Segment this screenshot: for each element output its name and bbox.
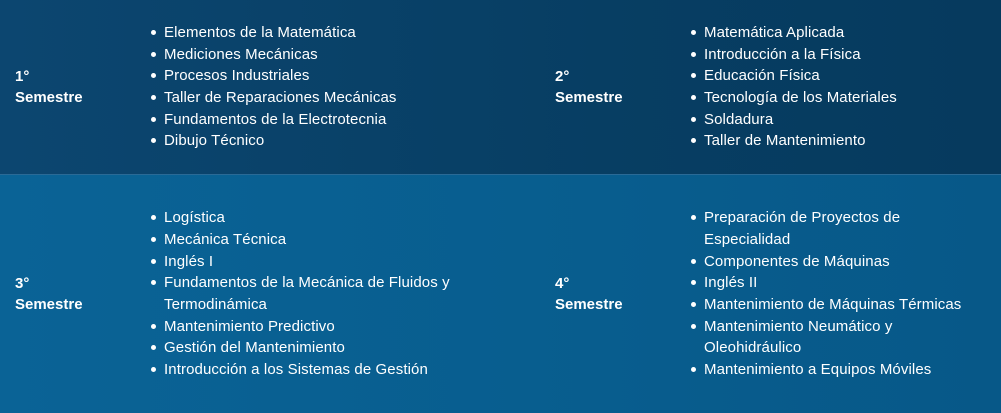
semester-1-number: 1° bbox=[15, 68, 30, 85]
semester-4-word: Semestre bbox=[555, 296, 623, 313]
semester-2-label: 2° Semestre bbox=[540, 66, 690, 108]
course-item: Soldadura bbox=[690, 109, 980, 131]
semester-1-course-list: Elementos de la Matemática Mediciones Mec… bbox=[150, 22, 495, 152]
semester-1-cell: 1° Semestre Elementos de la Matemática Me… bbox=[0, 0, 540, 174]
course-item: Mantenimiento a Equipos Móviles bbox=[690, 359, 980, 381]
semester-3-cell: 3° Semestre Logística Mecánica Técnica Ing… bbox=[0, 175, 540, 413]
course-item: Gestión del Mantenimiento bbox=[150, 337, 495, 359]
course-item: Mediciones Mecánicas bbox=[150, 44, 495, 66]
course-item: Mantenimiento de Máquinas Térmicas bbox=[690, 294, 980, 316]
course-item: Taller de Mantenimiento bbox=[690, 130, 980, 152]
curriculum-table: 1° Semestre Elementos de la Matemática Me… bbox=[0, 0, 1001, 413]
course-item: Inglés I bbox=[150, 251, 495, 273]
course-item: Matemática Aplicada bbox=[690, 22, 980, 44]
semester-2-word: Semestre bbox=[555, 89, 623, 106]
semester-3-course-list: Logística Mecánica Técnica Inglés I Fundame… bbox=[150, 207, 495, 381]
course-item: Introducción a los Sistemas de Gestión bbox=[150, 359, 495, 381]
course-item: Preparación de Proyectos de Especialidad bbox=[690, 207, 980, 250]
course-item: Fundamentos de la Mecánica de Fluidos y … bbox=[150, 272, 495, 315]
semester-2-cell: 2° Semestre Matemática Aplicada Introducc… bbox=[540, 0, 1001, 174]
semester-3-word: Semestre bbox=[15, 296, 83, 313]
course-item: Fundamentos de la Electrotecnia bbox=[150, 109, 495, 131]
course-item: Mantenimiento Predictivo bbox=[150, 316, 495, 338]
semester-1-label: 1° Semestre bbox=[0, 66, 150, 108]
course-item: Componentes de Máquinas bbox=[690, 251, 980, 273]
curriculum-row-2: 3° Semestre Logística Mecánica Técnica Ing… bbox=[0, 175, 1001, 413]
course-item: Mantenimiento Neumático y Oleohidráulico bbox=[690, 316, 980, 359]
semester-4-number: 4° bbox=[555, 275, 570, 292]
course-item: Taller de Reparaciones Mecánicas bbox=[150, 87, 495, 109]
semester-2-course-list: Matemática Aplicada Introducción a la Fís… bbox=[690, 22, 980, 152]
semester-3-number: 3° bbox=[15, 275, 30, 292]
semester-4-label: 4° Semestre bbox=[540, 273, 690, 315]
course-item: Introducción a la Física bbox=[690, 44, 980, 66]
course-item: Logística bbox=[150, 207, 495, 229]
course-item: Tecnología de los Materiales bbox=[690, 87, 980, 109]
course-item: Elementos de la Matemática bbox=[150, 22, 495, 44]
curriculum-row-1: 1° Semestre Elementos de la Matemática Me… bbox=[0, 0, 1001, 175]
course-item: Inglés II bbox=[690, 272, 980, 294]
semester-1-word: Semestre bbox=[15, 89, 83, 106]
semester-3-label: 3° Semestre bbox=[0, 273, 150, 315]
semester-4-course-list: Preparación de Proyectos de Especialidad… bbox=[690, 207, 980, 381]
course-item: Mecánica Técnica bbox=[150, 229, 495, 251]
course-item: Dibujo Técnico bbox=[150, 130, 495, 152]
course-item: Educación Física bbox=[690, 65, 980, 87]
semester-4-cell: 4° Semestre Preparación de Proyectos de … bbox=[540, 175, 1001, 413]
semester-2-number: 2° bbox=[555, 68, 570, 85]
course-item: Procesos Industriales bbox=[150, 65, 495, 87]
